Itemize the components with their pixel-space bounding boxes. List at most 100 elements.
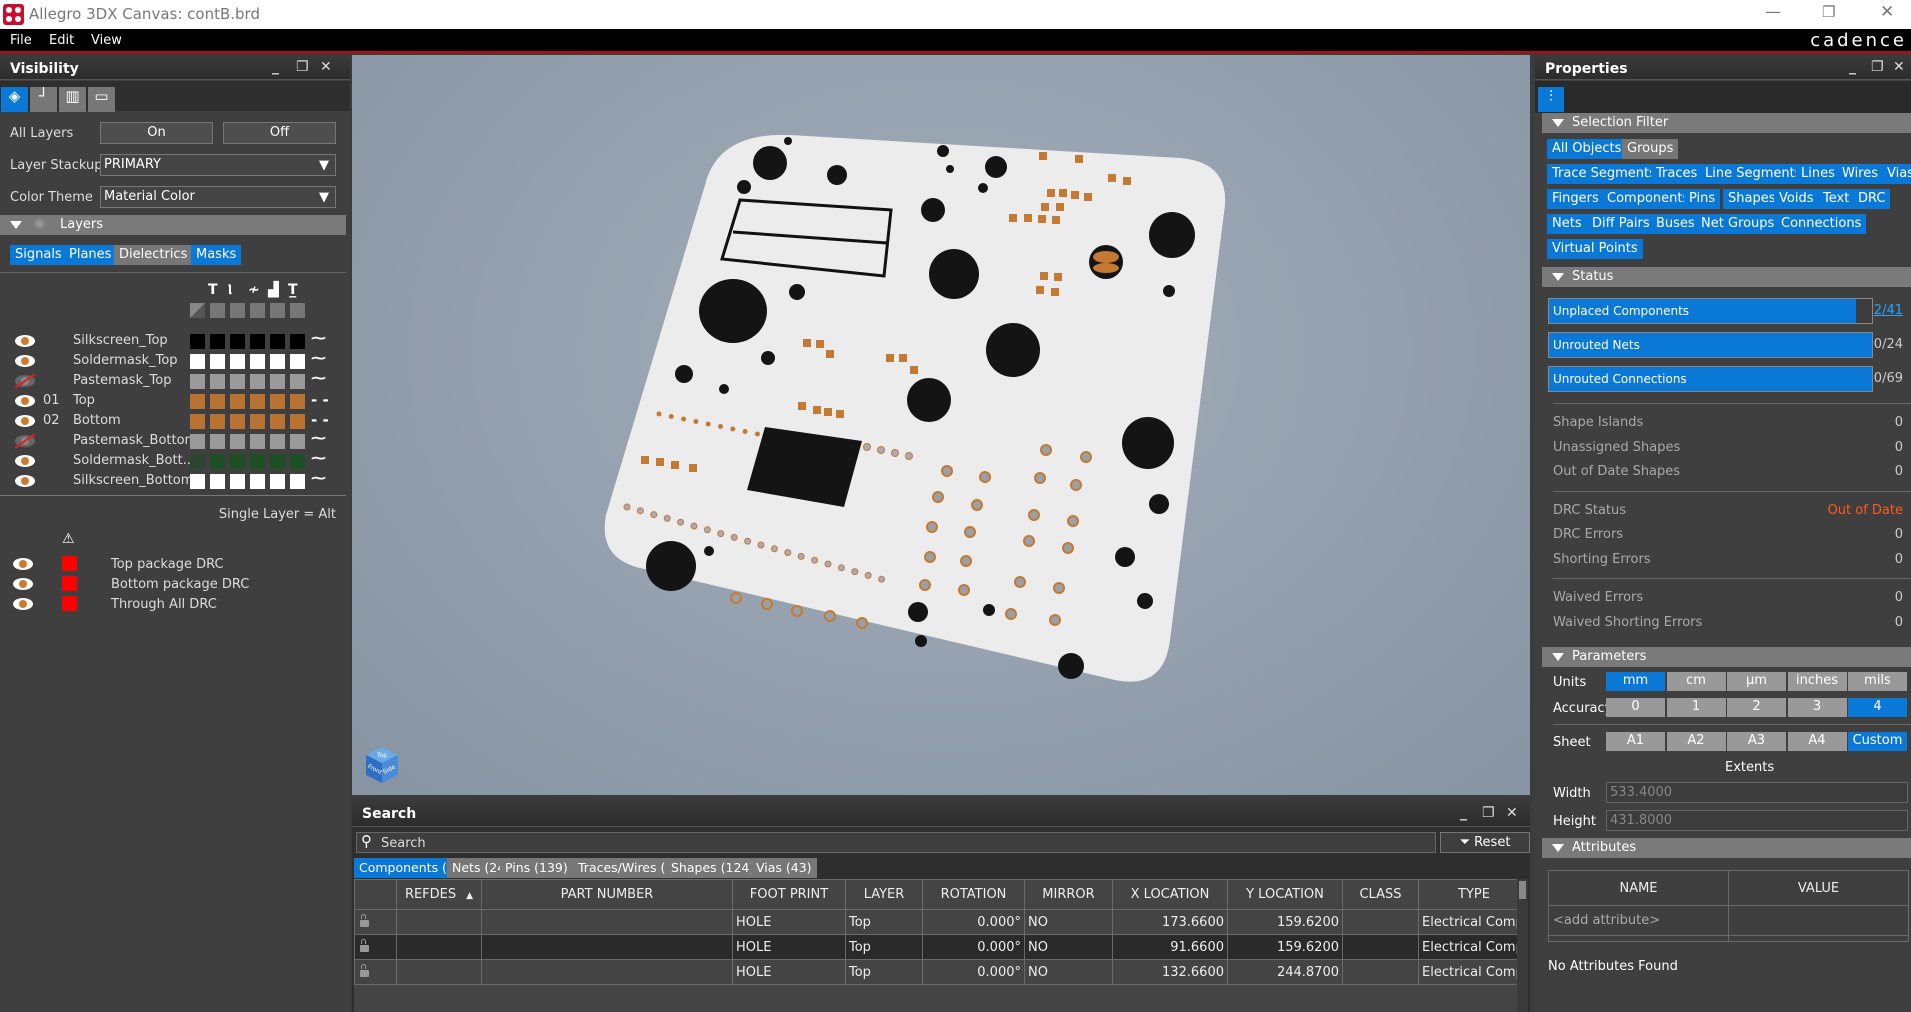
eye-icon[interactable] bbox=[13, 578, 33, 590]
layers-section-header[interactable]: ◉ Layers bbox=[0, 215, 346, 235]
layer-color-swatch[interactable] bbox=[250, 454, 265, 469]
all-layers-off-button[interactable]: Off bbox=[223, 122, 336, 144]
wave-line-icon[interactable]: ⁓ bbox=[311, 429, 326, 447]
layer-color-swatch[interactable] bbox=[190, 354, 205, 369]
tab-display[interactable]: ▭ bbox=[88, 87, 115, 112]
units-option[interactable]: inches bbox=[1787, 672, 1847, 691]
table-scrollbar[interactable] bbox=[1517, 879, 1528, 1012]
column-header-mirror[interactable]: MIRROR bbox=[1024, 879, 1113, 910]
lock-icon[interactable] bbox=[354, 934, 397, 960]
filter-voids[interactable]: Voids bbox=[1774, 189, 1819, 209]
table-row[interactable]: HOLE Top 0.000° NO 132.6600 244.8700 Electrica… bbox=[354, 959, 1517, 985]
attributes-header[interactable]: Attributes bbox=[1542, 838, 1911, 858]
units-option[interactable]: mils bbox=[1848, 672, 1907, 691]
eye-icon[interactable] bbox=[13, 598, 33, 610]
accuracy-option[interactable]: 0 bbox=[1606, 698, 1665, 717]
wave-line-icon[interactable]: ⁓ bbox=[311, 369, 326, 387]
layer-color-swatch[interactable] bbox=[250, 374, 265, 389]
layer-color-swatch[interactable] bbox=[190, 374, 205, 389]
layer-color-swatch[interactable] bbox=[230, 374, 245, 389]
layer-color-swatch[interactable] bbox=[250, 474, 265, 489]
accuracy-option[interactable]: 4 bbox=[1848, 698, 1907, 717]
status-bar-value[interactable]: 2/41 bbox=[1874, 303, 1903, 318]
eye-off-icon[interactable] bbox=[15, 375, 35, 387]
layer-color-swatch[interactable] bbox=[290, 394, 305, 409]
layer-color-swatch[interactable] bbox=[250, 394, 265, 409]
menu-file[interactable]: File bbox=[10, 33, 32, 48]
wave-line-icon[interactable]: ⁓ bbox=[311, 329, 326, 347]
layer-color-swatch[interactable] bbox=[290, 374, 305, 389]
sheet-option[interactable]: A3 bbox=[1727, 732, 1786, 751]
filter-net-groups[interactable]: Net Groups bbox=[1696, 214, 1780, 234]
layer-color-swatch[interactable] bbox=[270, 334, 285, 349]
filter-components[interactable]: Components bbox=[1602, 189, 1695, 209]
filter-groups[interactable]: Groups bbox=[1622, 139, 1679, 159]
drc-row[interactable]: Bottom package DRC bbox=[0, 574, 346, 594]
column-header-class[interactable]: CLASS bbox=[1342, 879, 1419, 910]
dash-line-icon[interactable]: - - bbox=[311, 411, 329, 429]
layer-color-swatch[interactable] bbox=[210, 414, 225, 429]
sort-ascending-icon[interactable]: ▲ bbox=[466, 891, 473, 901]
layer-row[interactable]: 02 Bottom - - bbox=[0, 411, 346, 431]
minimize-panel-button[interactable]: _ bbox=[1460, 805, 1467, 821]
layer-color-swatch[interactable] bbox=[250, 434, 265, 449]
scrollbar-thumb[interactable] bbox=[1519, 881, 1526, 899]
view-cube[interactable]: Top Front Side bbox=[364, 745, 400, 785]
column-header-part-number[interactable]: PART NUMBER bbox=[481, 879, 733, 910]
layer-color-swatch[interactable] bbox=[290, 434, 305, 449]
layer-row[interactable]: Soldermask_Bott... ⁓ bbox=[0, 449, 346, 471]
layer-color-swatch[interactable] bbox=[210, 354, 225, 369]
layer-color-swatch[interactable] bbox=[230, 434, 245, 449]
filter-vias[interactable]: Vias bbox=[1882, 164, 1911, 184]
layer-color-swatch[interactable] bbox=[270, 354, 285, 369]
column-toggle[interactable] bbox=[230, 303, 245, 318]
selection-filter-header[interactable]: Selection Filter bbox=[1542, 113, 1911, 133]
drc-color-swatch[interactable] bbox=[62, 596, 77, 611]
layer-color-swatch[interactable] bbox=[190, 474, 205, 489]
units-option[interactable]: cm bbox=[1666, 672, 1726, 691]
lock-icon[interactable] bbox=[354, 959, 397, 985]
close-panel-button[interactable]: ✕ bbox=[1506, 805, 1518, 821]
layer-color-swatch[interactable] bbox=[270, 374, 285, 389]
color-theme-select[interactable]: Material Color ▼ bbox=[100, 186, 336, 208]
wave-line-icon[interactable]: ⁓ bbox=[311, 349, 326, 367]
column-header-x-location[interactable]: X LOCATION bbox=[1112, 879, 1228, 910]
float-panel-button[interactable]: ❐ bbox=[296, 59, 309, 75]
filter-lines[interactable]: Lines bbox=[1796, 164, 1840, 184]
layer-row[interactable]: 01 Top - - bbox=[0, 391, 346, 411]
layer-color-swatch[interactable] bbox=[190, 394, 205, 409]
sheet-option[interactable]: Custom bbox=[1848, 732, 1907, 751]
filter-signals[interactable]: Signals bbox=[10, 245, 67, 265]
tab-components[interactable]: ▥ bbox=[59, 87, 86, 112]
filter-pins[interactable]: Pins bbox=[1684, 189, 1721, 209]
column-header-foot-print[interactable]: FOOT PRINT bbox=[732, 879, 846, 910]
float-panel-button[interactable]: ❐ bbox=[1482, 805, 1495, 821]
tab-pins[interactable]: Pins (139) bbox=[500, 858, 573, 878]
filter-masks[interactable]: Masks bbox=[191, 245, 242, 265]
wave-line-icon[interactable]: ⁓ bbox=[311, 449, 326, 467]
layer-color-swatch[interactable] bbox=[290, 414, 305, 429]
layer-row[interactable]: Pastemask_Bottom ⁓ bbox=[0, 429, 346, 451]
attr-value-cell[interactable] bbox=[1728, 905, 1909, 936]
layer-color-swatch[interactable] bbox=[190, 434, 205, 449]
layer-color-swatch[interactable] bbox=[230, 414, 245, 429]
text-icon[interactable]: T̲ bbox=[288, 282, 298, 298]
filter-buses[interactable]: Buses bbox=[1651, 214, 1700, 234]
eye-icon[interactable] bbox=[15, 415, 35, 427]
eye-icon[interactable] bbox=[15, 335, 35, 347]
layer-color-swatch[interactable] bbox=[230, 454, 245, 469]
column-toggle[interactable] bbox=[270, 303, 285, 318]
layer-color-swatch[interactable] bbox=[250, 354, 265, 369]
minimize-panel-button[interactable]: _ bbox=[1849, 59, 1856, 75]
filter-wires[interactable]: Wires bbox=[1837, 164, 1884, 184]
filter-drc[interactable]: DRC bbox=[1853, 189, 1891, 209]
layer-color-swatch[interactable] bbox=[190, 414, 205, 429]
tab-shapes[interactable]: Shapes (124) bbox=[666, 858, 760, 878]
sheet-option[interactable]: A2 bbox=[1666, 732, 1726, 751]
eye-icon[interactable] bbox=[15, 455, 35, 467]
dash-line-icon[interactable]: - - bbox=[311, 391, 329, 409]
layer-color-swatch[interactable] bbox=[210, 334, 225, 349]
add-attribute-cell[interactable]: <add attribute> bbox=[1548, 905, 1729, 936]
width-input[interactable]: 533.4000 bbox=[1606, 782, 1908, 803]
search-input[interactable]: ⚲ Search bbox=[356, 832, 1436, 853]
